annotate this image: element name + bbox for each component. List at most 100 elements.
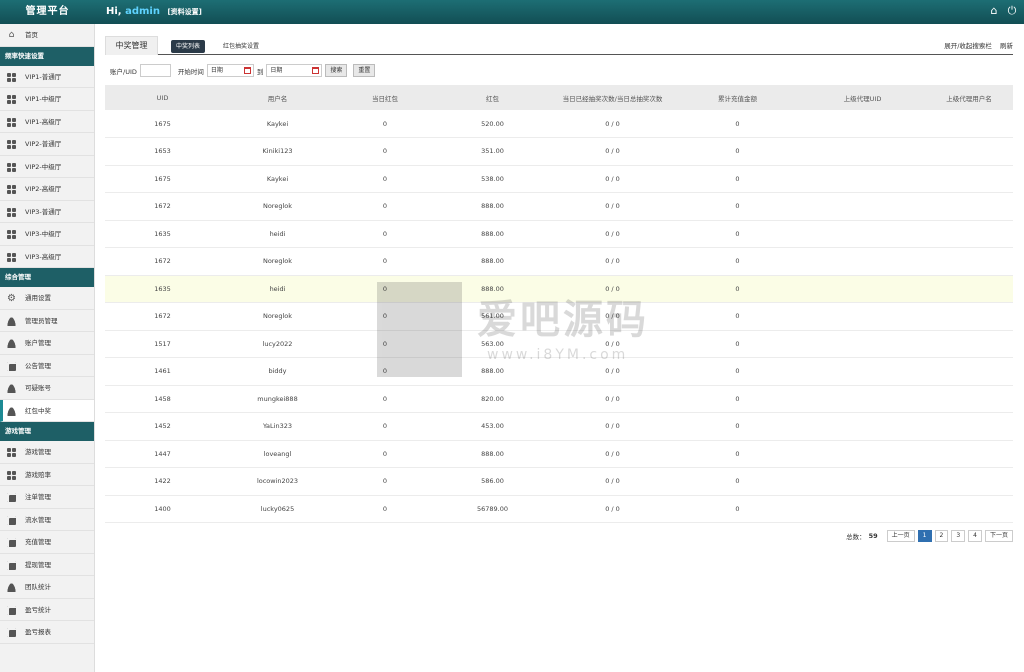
prev-page-button[interactable]: 上一页 bbox=[886, 530, 915, 542]
sidebar-item-label: 公告管理 bbox=[25, 361, 51, 370]
page-number-button[interactable]: 1 bbox=[917, 530, 932, 542]
sidebar-item[interactable]: VIP1-中级厅 bbox=[0, 88, 94, 111]
sidebar-item[interactable]: 盈亏统计 bbox=[0, 599, 94, 621]
sidebar-item-label: VIP3-中级厅 bbox=[25, 230, 62, 238]
table-cell: 56789.00 bbox=[435, 495, 550, 523]
sidebar-item[interactable]: 注单管理 bbox=[0, 486, 94, 509]
tab-redpacket-settings[interactable]: 红包抽奖设置 bbox=[223, 40, 259, 53]
sidebar-item[interactable]: 提现管理 bbox=[0, 554, 94, 576]
page-number-button[interactable]: 4 bbox=[968, 530, 982, 542]
table-row[interactable]: 1452 YaLin323 0 453.00 0 / 00 bbox=[105, 412, 1013, 441]
sidebar-item[interactable]: VIP1-高级厅 bbox=[0, 111, 94, 133]
table-cell: 0 / 0 bbox=[550, 110, 675, 138]
table-cell: 0 / 0 bbox=[550, 495, 675, 523]
sidebar-item[interactable]: VIP2-中级厅 bbox=[0, 156, 94, 178]
table-cell: 888.00 bbox=[435, 220, 550, 248]
profile-settings-link[interactable]: [资料设置] bbox=[167, 8, 201, 16]
table-cell bbox=[800, 165, 925, 193]
table-row[interactable]: 1517 lucy2022 0 563.00 0 / 00 bbox=[105, 330, 1013, 358]
sidebar-item[interactable]: 账户管理 bbox=[0, 332, 94, 355]
table-cell bbox=[800, 357, 925, 386]
calendar-icon[interactable] bbox=[312, 67, 320, 74]
table-cell: 520.00 bbox=[435, 110, 550, 138]
total-label: 总数： bbox=[846, 533, 866, 541]
table-row[interactable]: 1422 locowin2023 0 586.00 0 / 00 bbox=[105, 467, 1013, 496]
table-row[interactable]: 1675 Kaykei 0 520.00 0 / 00 bbox=[105, 110, 1013, 138]
account-input[interactable] bbox=[139, 64, 171, 77]
table-cell: 1635 bbox=[105, 220, 220, 248]
total-count: 59 bbox=[868, 532, 878, 540]
table-cell: 0 bbox=[335, 385, 435, 413]
table-row[interactable]: 1400 lucky0625 0 56789.00 0 / 00 bbox=[105, 495, 1013, 523]
table-row[interactable]: 1635 heidi 0 888.00 0 / 00 bbox=[105, 220, 1013, 248]
reset-button[interactable]: 重置 bbox=[353, 64, 376, 77]
sidebar-section-title: 综合管理 bbox=[0, 268, 94, 287]
table-cell: 888.00 bbox=[435, 357, 550, 386]
toggle-search-link[interactable]: 展开/收起搜索栏 bbox=[944, 42, 992, 50]
table-cell: 888.00 bbox=[435, 192, 550, 221]
end-date-field[interactable]: 日期 bbox=[266, 64, 323, 77]
next-page-button[interactable]: 下一页 bbox=[984, 530, 1013, 542]
sidebar-item[interactable]: 团队统计 bbox=[0, 576, 94, 599]
sidebar-item[interactable]: 游戏管理 bbox=[0, 441, 94, 464]
table-row[interactable]: 1461 biddy 0 888.00 0 / 00 bbox=[105, 357, 1013, 386]
table-row[interactable]: 1672 Noreglok 0 888.00 0 / 00 bbox=[105, 192, 1013, 221]
calendar-icon[interactable] bbox=[243, 67, 251, 74]
greeting: Hi, admin [资料设置] bbox=[106, 0, 202, 24]
table-cell: 561.00 bbox=[435, 302, 550, 331]
power-icon[interactable]: ⏻ bbox=[1006, 5, 1018, 17]
table-cell bbox=[800, 192, 925, 221]
sidebar-item[interactable]: 游戏赔率 bbox=[0, 464, 94, 486]
sidebar-item-label: 账户管理 bbox=[25, 339, 51, 347]
sidebar-item[interactable]: VIP3-普通厅 bbox=[0, 201, 94, 223]
grid-icon bbox=[7, 72, 16, 82]
sidebar-item[interactable]: 公告管理 bbox=[0, 355, 94, 377]
table-row[interactable]: 1672 Noreglok 0 561.00 0 / 00 bbox=[105, 302, 1013, 331]
search-button[interactable]: 搜索 bbox=[325, 64, 348, 77]
tab-winners-list[interactable]: 中奖列表 bbox=[171, 40, 206, 53]
top-bar: 管理平台 Hi, admin [资料设置] ⌂ ⏻ bbox=[0, 0, 1024, 24]
document-icon bbox=[7, 515, 16, 525]
to-label: 到 bbox=[256, 67, 264, 76]
home-icon[interactable]: ⌂ bbox=[988, 5, 1000, 17]
sidebar-item[interactable]: VIP2-普通厅 bbox=[0, 133, 94, 156]
table-row[interactable]: 1447 loveangl 0 888.00 0 / 00 bbox=[105, 440, 1013, 468]
table-cell: locowin2023 bbox=[220, 467, 335, 496]
sidebar-item[interactable]: 可疑账号 bbox=[0, 377, 94, 400]
column-header: 当日红包 bbox=[335, 85, 435, 110]
start-date-field[interactable]: 日期 bbox=[206, 64, 254, 77]
sidebar-item-label: VIP1-高级厅 bbox=[25, 117, 62, 126]
sidebar-item[interactable]: 红包中奖 bbox=[0, 399, 94, 422]
sidebar-item[interactable]: 盈亏报表 bbox=[0, 621, 94, 644]
sidebar-item[interactable]: VIP3-高级厅 bbox=[0, 246, 94, 268]
sidebar-item[interactable]: VIP3-中级厅 bbox=[0, 223, 94, 246]
table-row[interactable]: 1458 mungkei888 0 820.00 0 / 00 bbox=[105, 385, 1013, 413]
page-tab[interactable]: 中奖管理 bbox=[105, 36, 158, 55]
refresh-link[interactable]: 刷新 bbox=[1000, 42, 1013, 50]
grid-icon bbox=[7, 252, 16, 262]
table-cell: Noreglok bbox=[220, 302, 335, 331]
sidebar-item[interactable]: VIP1-普通厅 bbox=[0, 66, 94, 88]
table-row[interactable]: 1653 Kiniki123 0 351.00 0 / 00 bbox=[105, 137, 1013, 166]
table-row[interactable]: 1635 heidi 0 888.00 0 / 00 bbox=[105, 275, 1013, 303]
sidebar-item[interactable]: 管理员管理 bbox=[0, 310, 94, 332]
table-cell: 0 bbox=[335, 165, 435, 193]
sidebar-item-label: 游戏管理 bbox=[25, 448, 51, 456]
page-number-button[interactable]: 3 bbox=[951, 530, 966, 542]
sidebar-item[interactable]: ⚙ 通用设置 bbox=[0, 287, 94, 310]
sidebar-item[interactable]: 充值管理 bbox=[0, 531, 94, 554]
sidebar-item[interactable]: VIP2-高级厅 bbox=[0, 178, 94, 201]
table-row[interactable]: 1675 Kaykei 0 538.00 0 / 00 bbox=[105, 165, 1013, 193]
table-cell: 0 bbox=[335, 137, 435, 166]
filter-bar: 账户/UID 开始时间 日期 到 日期 搜索 重置 bbox=[110, 63, 376, 78]
sidebar-item[interactable]: 流水管理 bbox=[0, 509, 94, 531]
table-cell: heidi bbox=[220, 275, 335, 303]
sidebar-item-label: 可疑账号 bbox=[25, 384, 51, 392]
page-number-button[interactable]: 2 bbox=[934, 530, 949, 542]
sidebar-item[interactable]: ⌂ 首页 bbox=[0, 24, 94, 47]
brand-title: 管理平台 bbox=[25, 6, 70, 17]
column-header: 用户名 bbox=[220, 85, 335, 110]
table-cell: 1517 bbox=[105, 330, 220, 358]
table-row[interactable]: 1672 Noreglok 0 888.00 0 / 00 bbox=[105, 247, 1013, 276]
table-cell: 0 bbox=[675, 467, 800, 496]
